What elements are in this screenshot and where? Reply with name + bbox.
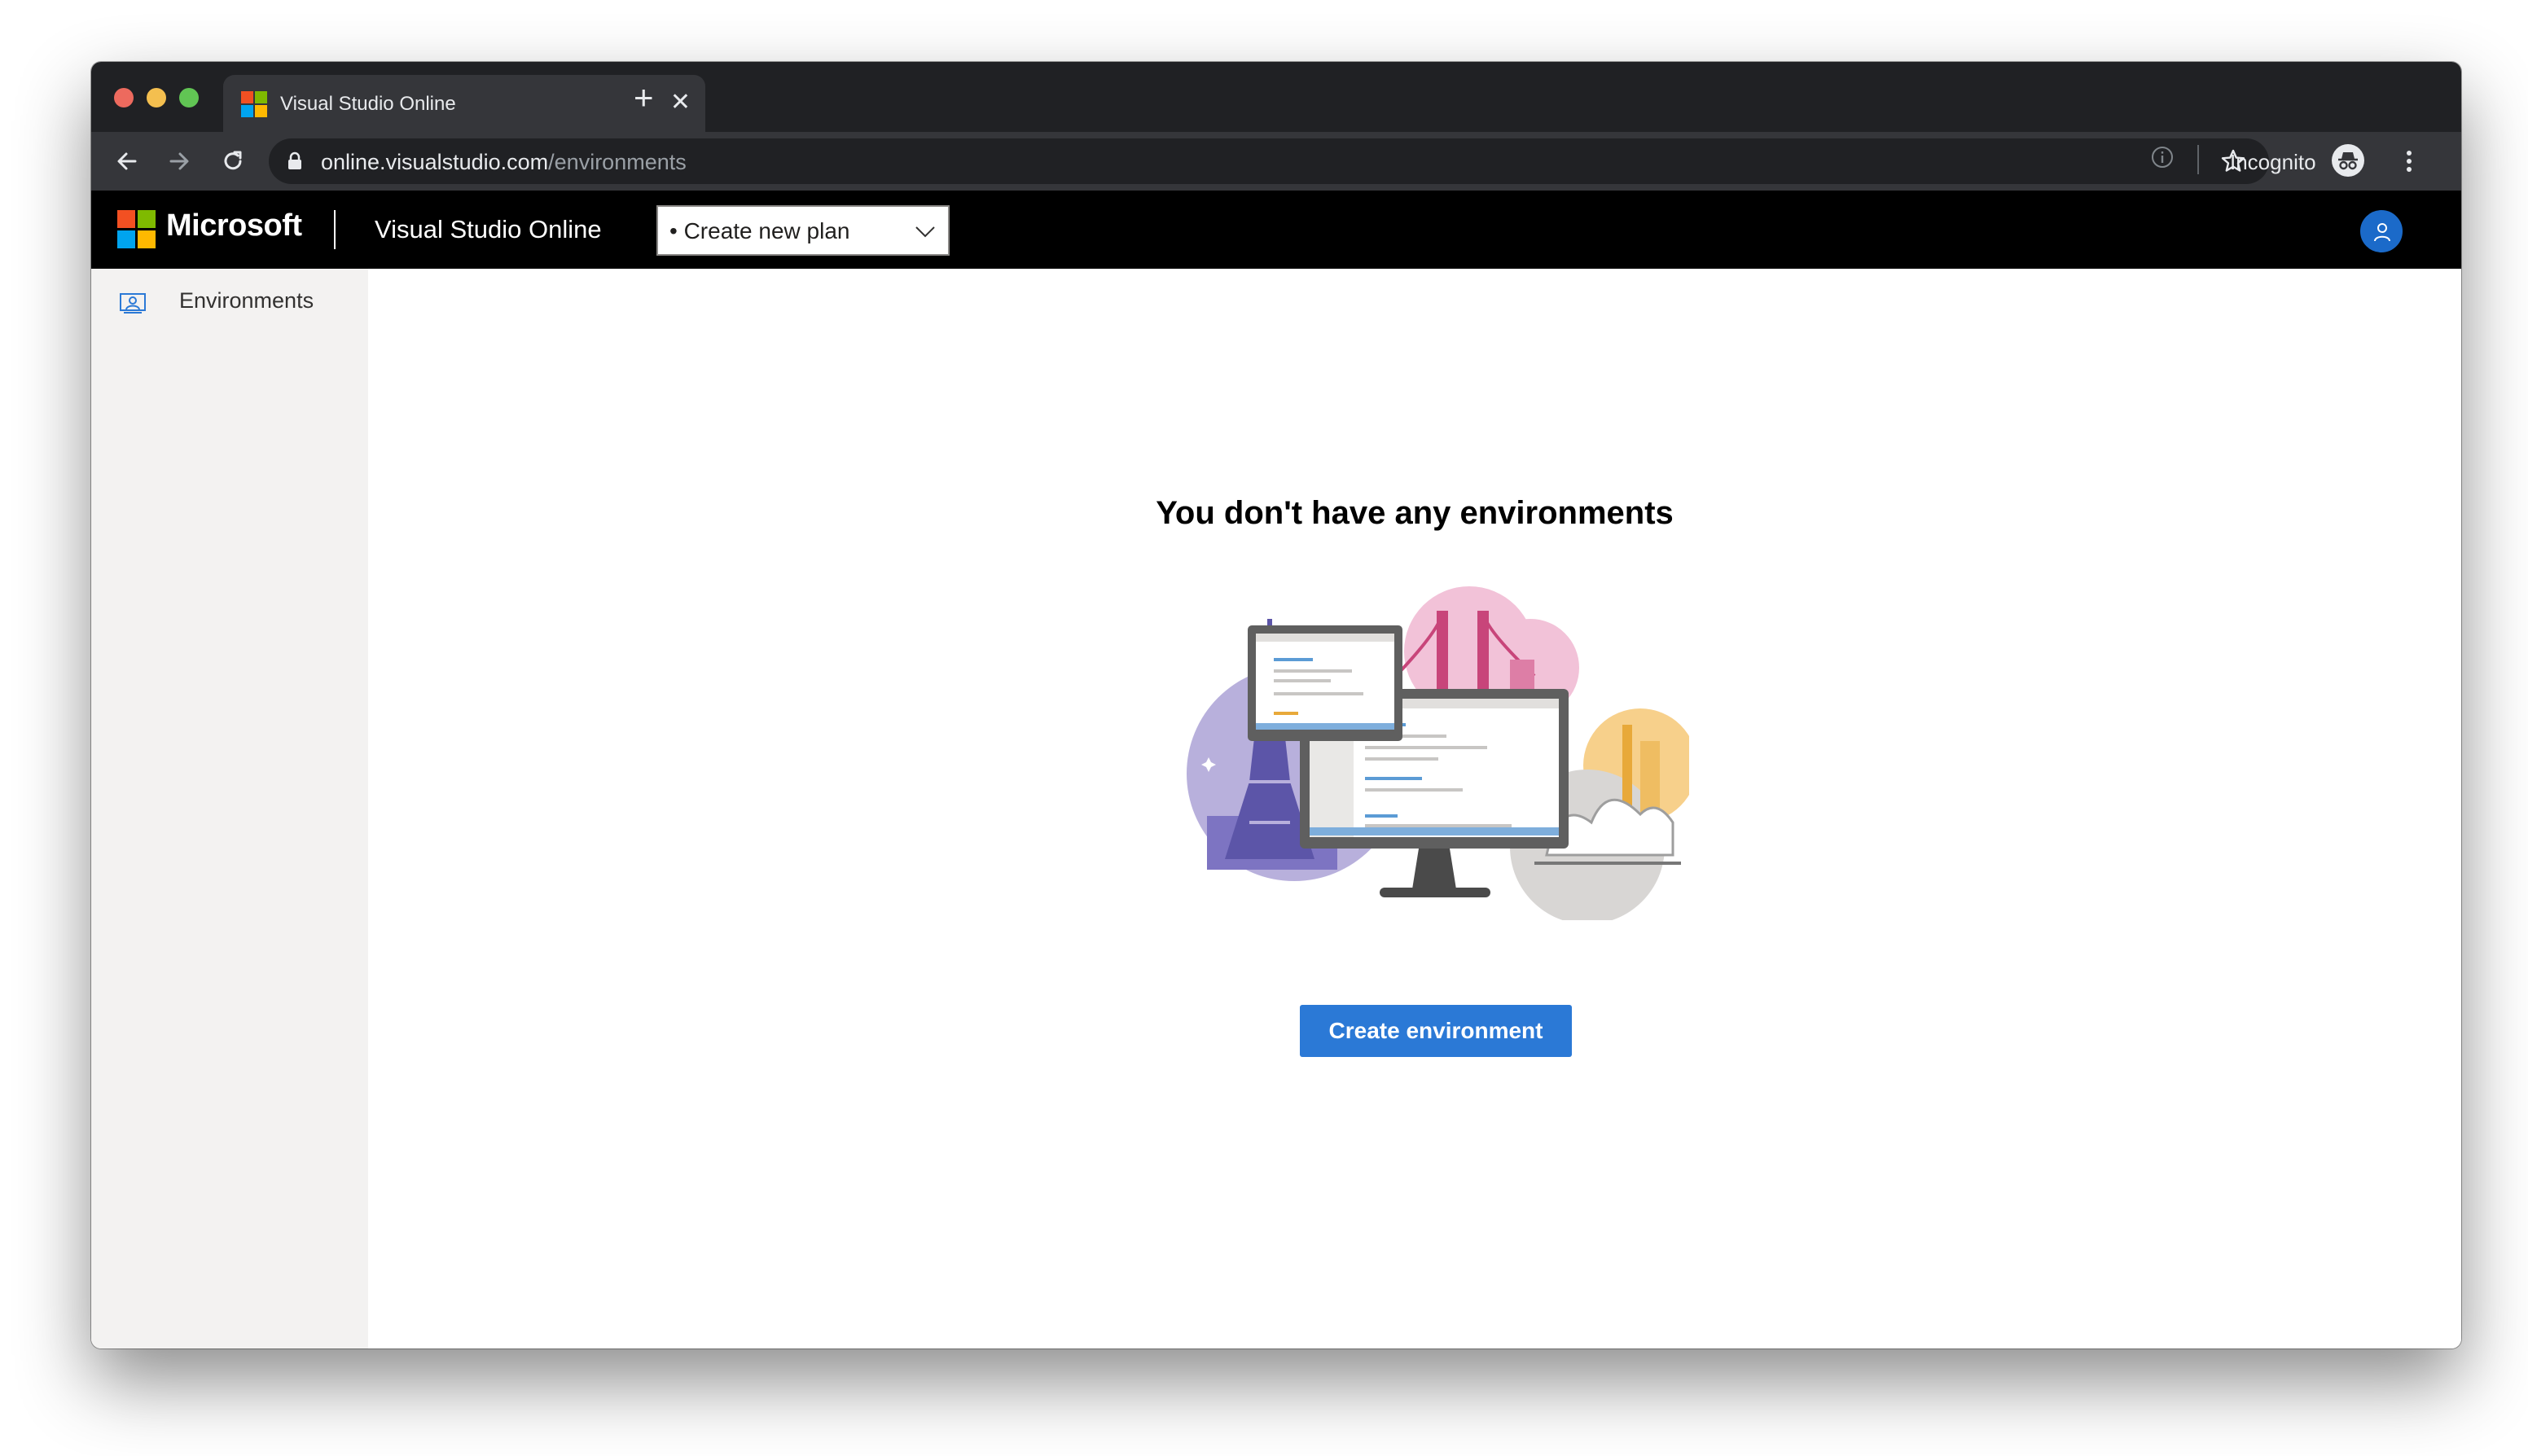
lock-icon[interactable] [287, 151, 303, 171]
incognito-label[interactable]: Incognito [2230, 150, 2316, 175]
tab-strip: Visual Studio Online ✕ + [91, 62, 2461, 132]
url-text[interactable]: online.visualstudio.com/environments [321, 150, 687, 175]
chevron-down-icon [915, 226, 935, 238]
plan-selector-value: • Create new plan [669, 218, 850, 243]
reload-icon[interactable] [217, 145, 249, 178]
forward-icon[interactable] [163, 145, 195, 178]
app-title[interactable]: Visual Studio Online [375, 215, 602, 244]
back-icon[interactable] [111, 145, 143, 178]
app-header: Microsoft Visual Studio Online • Create … [91, 191, 2461, 269]
empty-state-illustration [1187, 586, 1689, 920]
main-content: You don't have any environments Create e… [368, 269, 2461, 1349]
create-environment-button[interactable]: Create environment [1300, 1005, 1572, 1057]
sidebar-item-label: Environments [179, 288, 314, 313]
browser-window: Visual Studio Online ✕ + online.visualst… [91, 62, 2461, 1349]
info-icon[interactable] [2150, 145, 2175, 169]
minimize-window-button[interactable] [147, 88, 166, 107]
more-menu-icon[interactable] [2401, 145, 2417, 178]
environments-icon [120, 293, 146, 314]
microsoft-logo-icon[interactable] [117, 210, 156, 249]
user-avatar[interactable] [2359, 208, 2404, 254]
empty-state-title: You don't have any environments [1156, 495, 1674, 531]
maximize-window-button[interactable] [179, 88, 199, 107]
plan-selector-dropdown[interactable]: • Create new plan [656, 205, 950, 256]
url-path: /environments [548, 150, 687, 174]
browser-toolbar: online.visualstudio.com/environments Inc… [91, 132, 2461, 191]
microsoft-favicon-icon [241, 91, 267, 117]
brand-name[interactable]: Microsoft [166, 208, 302, 243]
sidebar: Environments [91, 269, 368, 1349]
address-bar[interactable]: online.visualstudio.com/environments [269, 138, 2269, 184]
close-tab-icon[interactable]: ✕ [670, 90, 691, 116]
person-icon [2374, 223, 2390, 242]
incognito-icon[interactable] [2331, 143, 2365, 178]
header-divider [334, 210, 336, 249]
toolbar-separator [2197, 145, 2199, 174]
sidebar-item-environments[interactable]: Environments [91, 277, 368, 327]
tab-title: Visual Studio Online [280, 93, 456, 115]
new-tab-button[interactable]: + [634, 81, 654, 115]
url-domain: online.visualstudio.com [321, 150, 549, 174]
close-window-button[interactable] [114, 88, 134, 107]
